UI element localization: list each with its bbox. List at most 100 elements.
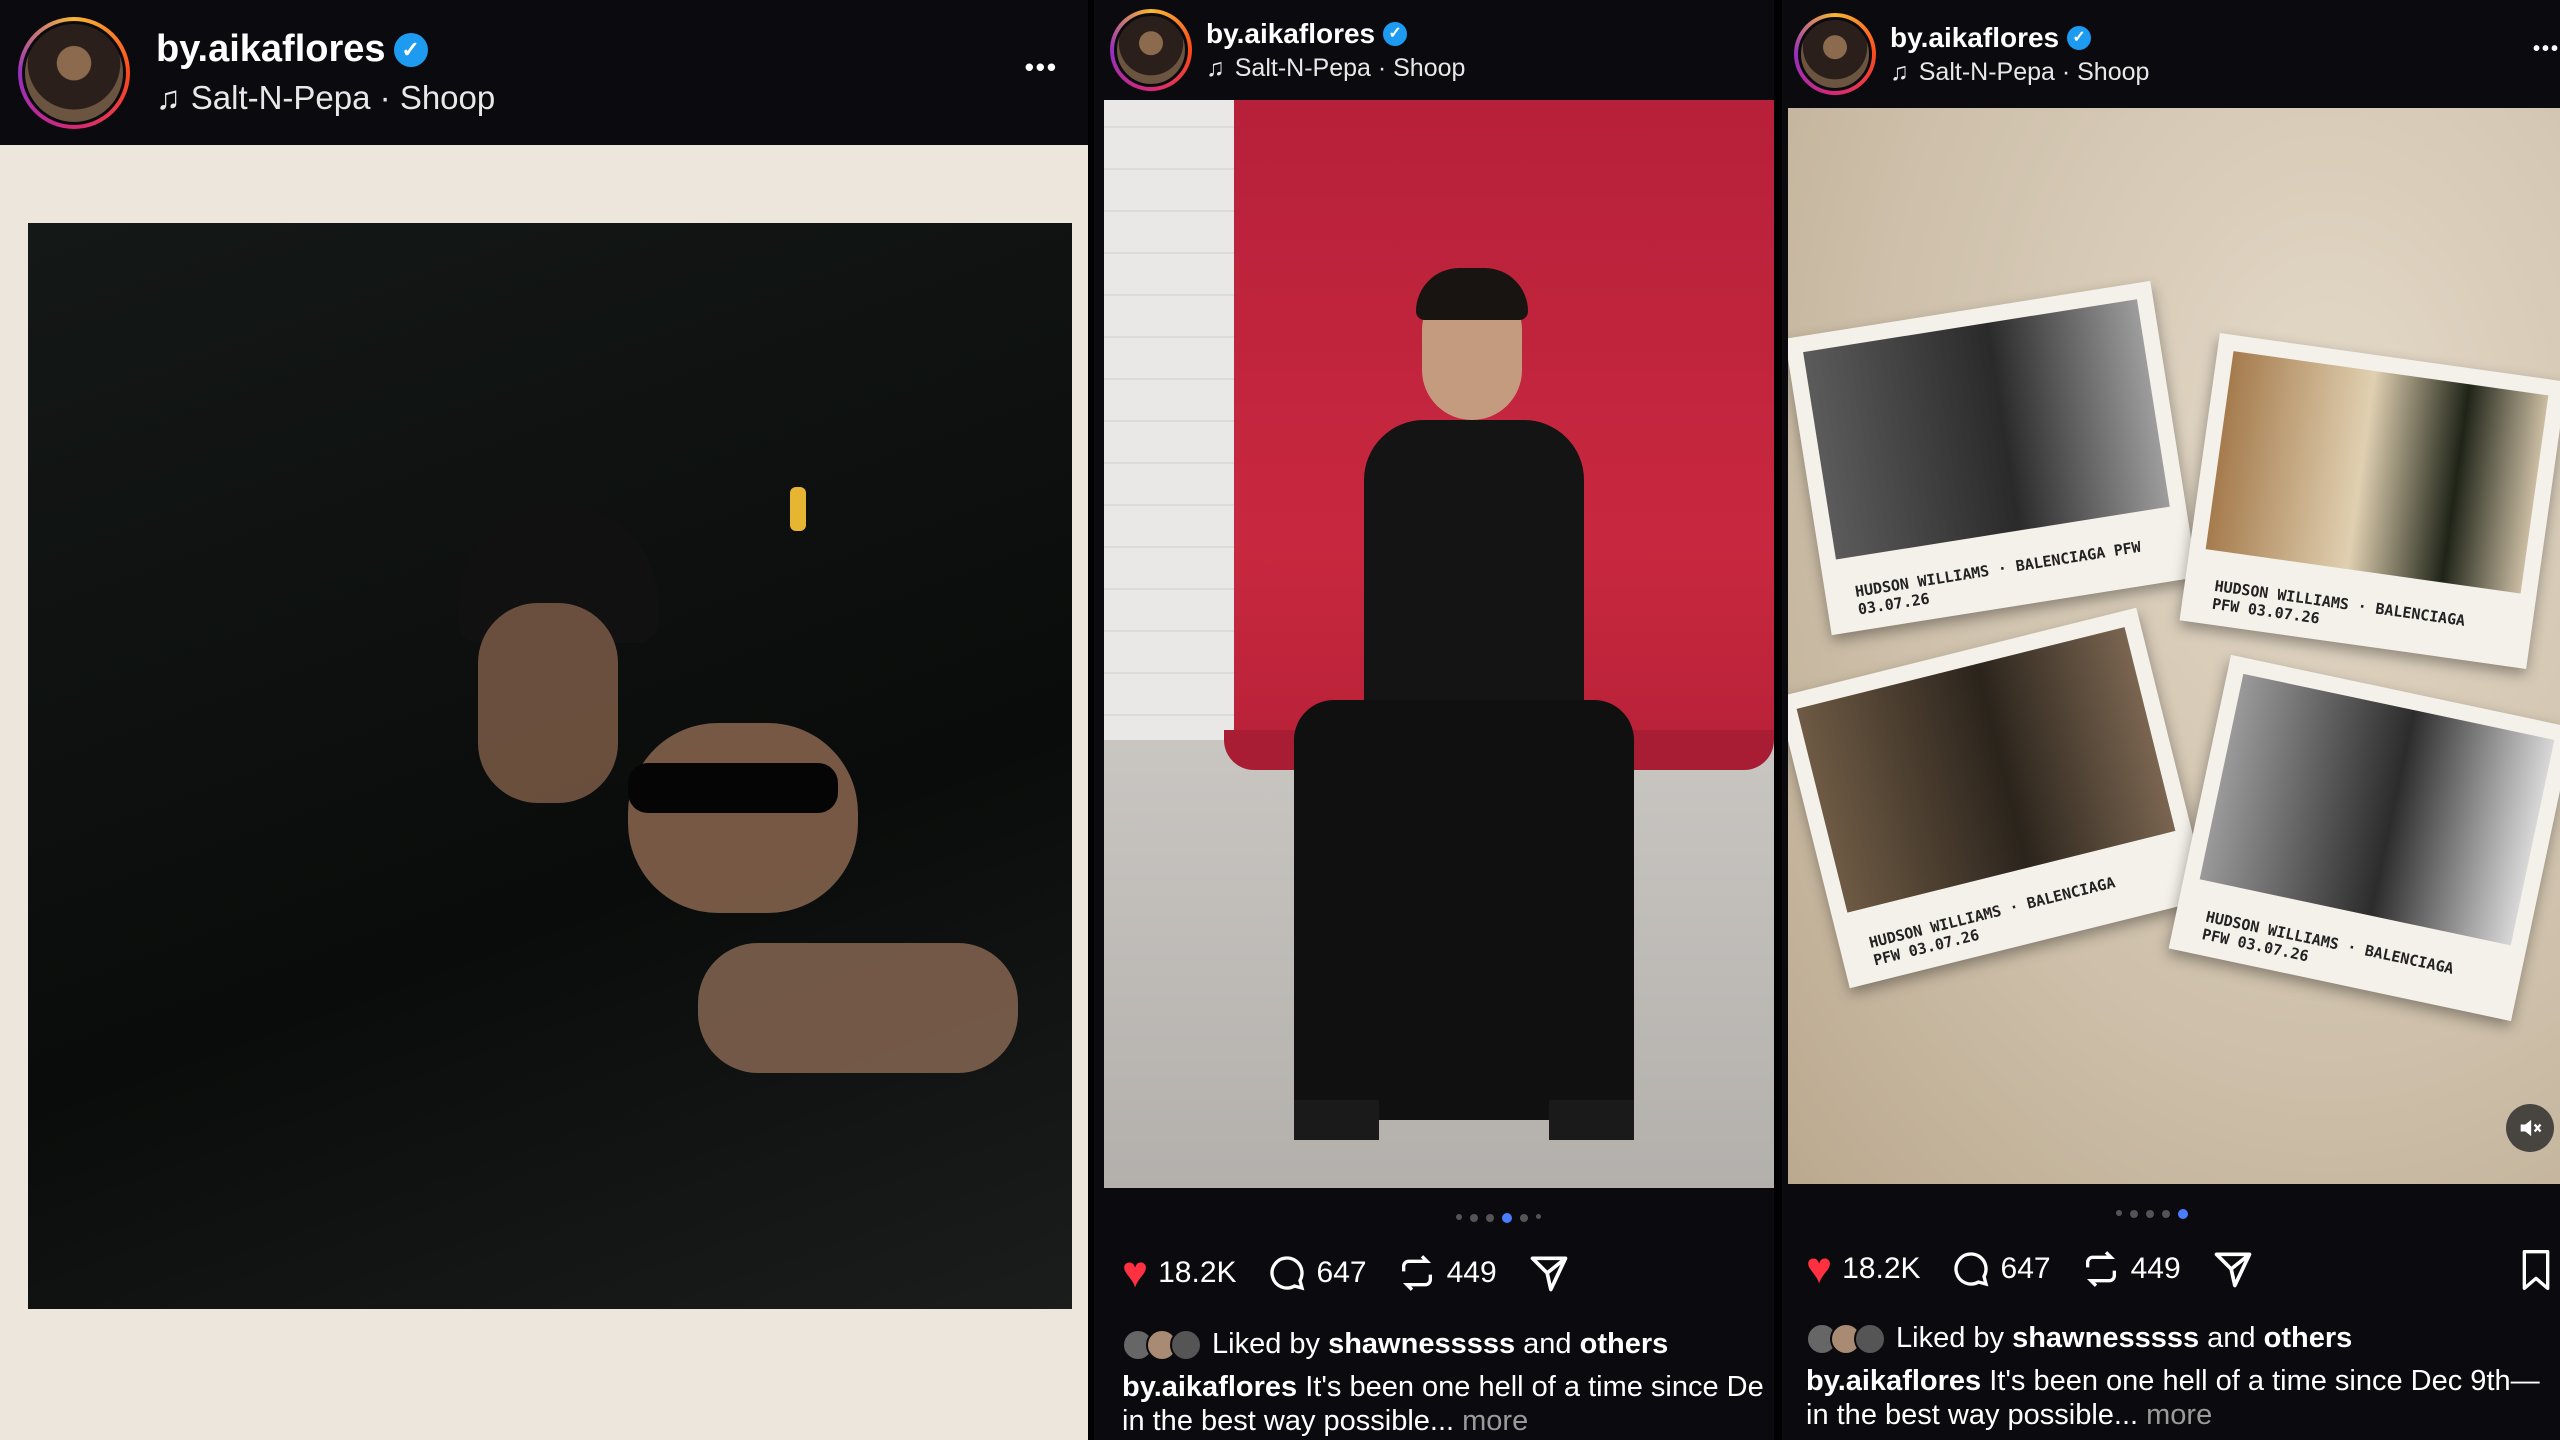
- light-spot: [790, 487, 806, 531]
- verified-check-icon: ✓: [2067, 25, 2092, 50]
- post-photo[interactable]: [0, 145, 1088, 1440]
- caption-username[interactable]: by.aikaflores: [1806, 1365, 1981, 1397]
- carousel-dot: [2130, 1210, 2138, 1218]
- caption-line2: in the best way possible...: [1806, 1399, 2139, 1431]
- song-label[interactable]: Salt-N-Pepa · Shoop: [1919, 58, 2150, 87]
- polaroid-photo: [2199, 673, 2555, 946]
- polaroid-note: HUDSON WILLIAMS · BALENCIAGA PFW 03.07.2…: [2210, 576, 2467, 630]
- carousel-dot: [1486, 1214, 1494, 1222]
- studio-wall: [1104, 100, 1234, 840]
- carousel-indicator: [1456, 1213, 1541, 1223]
- post-photo[interactable]: HUDSON WILLIAMS · BALENCIAGA PFW 03.07.2…: [1788, 108, 2560, 1184]
- polaroid-card: HUDSON WILLIAMS · BALENCIAGA PFW 03.07.2…: [2168, 654, 2560, 1022]
- liked-by-prefix: Liked by: [1896, 1322, 2005, 1354]
- repost-count: 449: [1446, 1256, 1497, 1289]
- liked-by-others[interactable]: others: [1580, 1328, 1669, 1361]
- heart-icon: ♥: [1122, 1248, 1149, 1297]
- music-note-icon: ♫: [156, 79, 181, 116]
- avatar: [1854, 1322, 1886, 1355]
- comment-button[interactable]: 647: [1951, 1249, 2051, 1289]
- model-torso: [1364, 420, 1584, 740]
- post-header: by.aikaflores ✓ ♫ Salt-N-Pepa · Shoop ••…: [0, 0, 1088, 145]
- liked-by-user[interactable]: shawnesssss: [2012, 1322, 2199, 1355]
- post-caption: by.aikaflores It's been one hell of a ti…: [1806, 1364, 2540, 1432]
- more-link[interactable]: more: [1462, 1405, 1528, 1437]
- caption-text: It's been one hell of a time since De: [1305, 1371, 1764, 1403]
- bookmark-icon: [2522, 1249, 2550, 1290]
- carousel-dot-active: [1502, 1213, 1512, 1223]
- liked-by-prefix: Liked by: [1212, 1328, 1321, 1360]
- mute-button[interactable]: [2506, 1104, 2554, 1152]
- polaroid-card: HUDSON WILLIAMS · BALENCIAGA PFW 03.07.2…: [1788, 607, 2209, 989]
- polaroid-photo: [1803, 299, 2170, 560]
- post-actions: ♥ 18.2K 647 449: [1122, 1248, 1601, 1298]
- repost-button[interactable]: 449: [2081, 1249, 2181, 1289]
- model-shoes: [1294, 1100, 1634, 1140]
- polaroid-card: HUDSON WILLIAMS · BALENCIAGA PFW 03.07.2…: [1788, 280, 2198, 636]
- comment-icon: [1269, 1256, 1304, 1291]
- username[interactable]: by.aikaflores: [1890, 22, 2059, 54]
- repost-icon: [1401, 1255, 1432, 1291]
- avatar[interactable]: [1794, 13, 1876, 95]
- post-actions: ♥ 18.2K 647 449: [1806, 1244, 2285, 1294]
- carousel-dot: [1456, 1214, 1462, 1220]
- post-header: by.aikaflores ✓ ♫ Salt-N-Pepa · Shoop ••…: [1782, 0, 2560, 108]
- comment-icon: [1953, 1252, 1988, 1287]
- more-link[interactable]: more: [2146, 1399, 2212, 1431]
- carousel-dot: [2146, 1210, 2154, 1218]
- liked-by-user[interactable]: shawnesssss: [1328, 1328, 1515, 1361]
- post-photo[interactable]: [1104, 100, 1774, 1188]
- post-panel-3: by.aikaflores ✓ ♫ Salt-N-Pepa · Shoop ••…: [1782, 0, 2560, 1440]
- comment-count: 647: [1316, 1256, 1367, 1289]
- carousel-dot: [1520, 1214, 1528, 1222]
- music-note-icon: ♫: [1206, 53, 1225, 82]
- avatar[interactable]: [1110, 9, 1192, 91]
- polaroid-image: [28, 223, 1072, 1309]
- send-icon: [2214, 1252, 2251, 1288]
- carousel-indicator: [2116, 1209, 2188, 1219]
- sunglasses: [628, 763, 838, 813]
- more-options-button[interactable]: •••: [2533, 38, 2560, 61]
- more-options-button[interactable]: •••: [1025, 52, 1058, 83]
- avatar: [1170, 1328, 1202, 1361]
- person-face: [478, 603, 618, 803]
- liked-by-others[interactable]: others: [2264, 1322, 2353, 1355]
- song-label[interactable]: Salt-N-Pepa · Shoop: [191, 79, 496, 117]
- carousel-dot-active: [2178, 1209, 2188, 1219]
- repost-icon: [2085, 1251, 2116, 1287]
- liked-by-row[interactable]: Liked by shawnesssss and others: [1122, 1328, 1668, 1361]
- song-label[interactable]: Salt-N-Pepa · Shoop: [1235, 54, 1466, 83]
- post-caption: by.aikaflores It's been one hell of a ti…: [1122, 1370, 1764, 1438]
- polaroid-photo: [2205, 351, 2549, 594]
- polaroid-photo: [1796, 627, 2176, 913]
- liked-by-and: and: [1523, 1328, 1572, 1360]
- like-button[interactable]: ♥ 18.2K: [1122, 1248, 1237, 1298]
- liked-by-and: and: [2207, 1322, 2256, 1354]
- caption-line2: in the best way possible...: [1122, 1405, 1455, 1437]
- post-header: by.aikaflores ✓ ♫ Salt-N-Pepa · Shoop: [1094, 0, 1774, 100]
- share-button[interactable]: [1527, 1251, 1571, 1295]
- save-button[interactable]: [2516, 1248, 2556, 1297]
- heart-icon: ♥: [1806, 1244, 1833, 1293]
- carousel-dot: [2162, 1210, 2170, 1218]
- music-note-icon: ♫: [1890, 57, 1909, 86]
- username[interactable]: by.aikaflores: [156, 28, 386, 71]
- carousel-dot: [1470, 1214, 1478, 1222]
- post-panel-1: by.aikaflores ✓ ♫ Salt-N-Pepa · Shoop ••…: [0, 0, 1088, 1440]
- comment-button[interactable]: 647: [1267, 1253, 1367, 1293]
- verified-check-icon: ✓: [393, 32, 428, 67]
- verified-check-icon: ✓: [1383, 21, 1408, 46]
- carousel-dot: [2116, 1210, 2122, 1216]
- carousel-dot: [1536, 1214, 1541, 1219]
- avatar[interactable]: [18, 16, 130, 129]
- model-legs: [1294, 700, 1634, 1120]
- muted-speaker-icon: [2520, 1119, 2542, 1137]
- comment-count: 647: [2000, 1252, 2051, 1285]
- liked-by-row[interactable]: Liked by shawnesssss and others: [1806, 1322, 2352, 1355]
- like-button[interactable]: ♥ 18.2K: [1806, 1244, 1921, 1294]
- share-button[interactable]: [2211, 1247, 2255, 1291]
- like-count: 18.2K: [1842, 1252, 1921, 1285]
- username[interactable]: by.aikaflores: [1206, 18, 1375, 50]
- caption-username[interactable]: by.aikaflores: [1122, 1371, 1297, 1403]
- repost-button[interactable]: 449: [1397, 1253, 1497, 1293]
